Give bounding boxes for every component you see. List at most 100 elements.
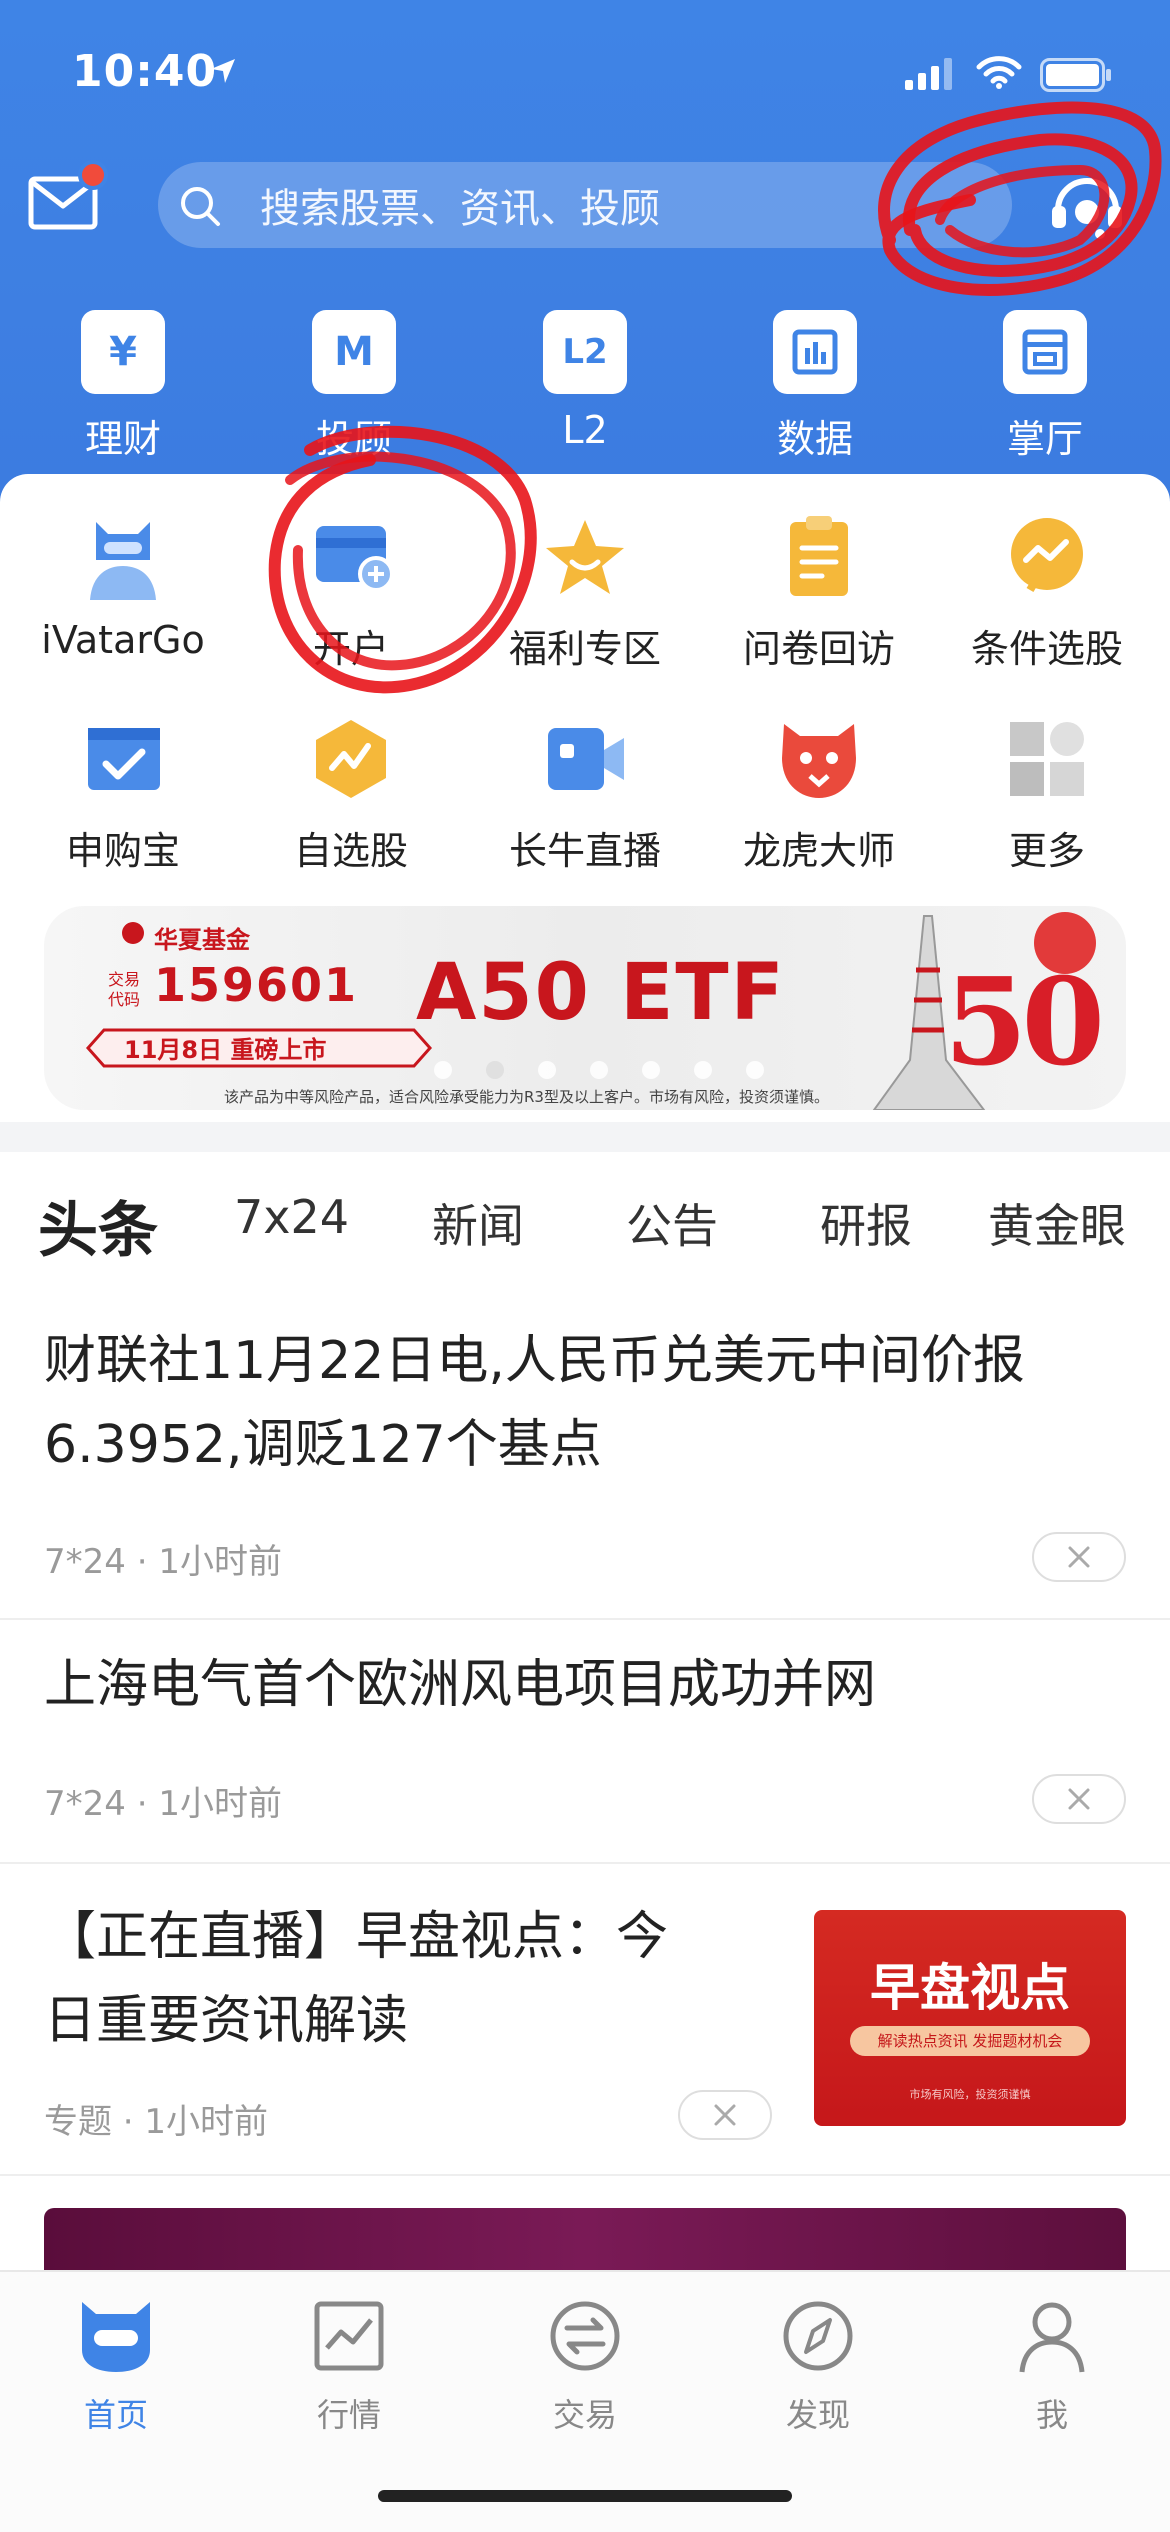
video-icon: [548, 728, 624, 790]
dismiss-button[interactable]: [1032, 1774, 1126, 1824]
thumbnail-subtitle: 解读热点资讯 发掘题材机会: [850, 2026, 1090, 2056]
feature-grid: iVatarGo 开户 福利专区 问卷回访 条件选股 申购宝 自选股 长牛直播 …: [0, 474, 1170, 894]
wifi-icon: [976, 56, 1022, 89]
hexagon-icon: [316, 720, 386, 798]
clipboard-icon: [790, 516, 848, 596]
close-icon: [1068, 1788, 1090, 1810]
quick-label: 数据: [776, 417, 853, 461]
thumbnail-title: 早盘视点: [870, 1959, 1070, 2017]
grid-item-shengou[interactable]: 申购宝: [6, 714, 240, 875]
search-placeholder: 搜索股票、资讯、投顾: [260, 186, 660, 232]
dismiss-button[interactable]: [1032, 1532, 1126, 1582]
user-icon: [1019, 2302, 1085, 2373]
location-arrow-icon: [211, 59, 235, 83]
tiger-icon: [782, 724, 856, 798]
grid-item-longhu[interactable]: 龙虎大师: [702, 714, 936, 875]
data-icon: [773, 310, 857, 394]
notification-badge: [78, 160, 108, 190]
banner-disclaimer: 该产品为中等风险产品，适合风险承受能力为R3型及以上客户。市场有风险，投资须谨慎…: [224, 1088, 829, 1106]
banner-date: 11月8日 重磅上市: [124, 1036, 327, 1064]
nav-item-market[interactable]: 行情: [279, 2298, 419, 2436]
red-annotation-circle: [268, 425, 537, 694]
banner-code-label: 交易代码: [108, 970, 141, 1009]
promo-banner[interactable]: 华夏基金 交易代码 159601 11月8日 重磅上市 A50 ETF 50 该…: [44, 906, 1126, 1110]
grid-item-zixuan[interactable]: 自选股: [234, 714, 468, 875]
nav-item-home[interactable]: 首页: [46, 2298, 186, 2436]
news-meta: 专题 · 1小时前: [44, 2102, 269, 2142]
grid-item-zhibo[interactable]: 长牛直播: [468, 714, 702, 875]
close-icon: [1068, 1546, 1090, 1568]
carousel-dot[interactable]: [538, 1061, 556, 1079]
advisor-icon: M: [312, 310, 396, 394]
banner-big-number: 50: [944, 952, 1105, 1093]
trade-exchange-icon: [550, 2301, 620, 2371]
carousel-dot[interactable]: [746, 1061, 764, 1079]
tab-golden-eye[interactable]: 黄金眼: [988, 1190, 1126, 1256]
carousel-dot[interactable]: [590, 1061, 608, 1079]
grid-label: 长牛直播: [508, 829, 661, 873]
carousel-dot[interactable]: [694, 1061, 712, 1079]
carousel-dot[interactable]: [642, 1061, 660, 1079]
l2-icon: L2: [543, 310, 627, 394]
quick-item-shuju[interactable]: 数据: [740, 310, 890, 463]
quick-label: 掌厅: [1006, 417, 1083, 461]
news-item[interactable]: 上海电气首个欧洲风电项目成功并网 7*24 · 1小时前: [0, 1620, 1170, 1864]
hall-icon: [1003, 310, 1087, 394]
nav-label: 行情: [316, 2396, 381, 2434]
nav-label: 交易: [552, 2396, 617, 2434]
tab-news[interactable]: 新闻: [432, 1190, 524, 1256]
red-annotation-scribble: [878, 101, 1162, 296]
carousel-dot-active[interactable]: [486, 1061, 504, 1079]
tab-research[interactable]: 研报: [820, 1190, 912, 1256]
dismiss-button[interactable]: [678, 2090, 772, 2140]
section-divider: [0, 1122, 1170, 1152]
news-thumbnail[interactable]: 早盘视点 解读热点资讯 发掘题材机会 市场有风险，投资须谨慎: [814, 1910, 1126, 2126]
quick-label: 理财: [84, 417, 161, 461]
banner-brand: 华夏基金: [154, 926, 250, 954]
news-meta: 7*24 · 1小时前: [44, 1784, 282, 1824]
tab-7x24[interactable]: 7x24: [234, 1190, 349, 1244]
check-box-icon: [88, 728, 160, 790]
banner-title: A50 ETF: [416, 948, 786, 1038]
market-chart-icon: [314, 2301, 384, 2371]
news-item[interactable]: 财联社11月22日电,人民币兑美元中间价报 6.3952,调贬127个基点 7*…: [0, 1292, 1170, 1620]
chart-bubble-icon: [1011, 518, 1083, 593]
news-title-line: 上海电气首个欧洲风电项目成功并网: [44, 1655, 877, 1715]
etf-stamp-icon: [1034, 912, 1096, 974]
nav-item-trade[interactable]: 交易: [515, 2298, 655, 2436]
signal-icon: [905, 58, 952, 90]
news-title-line: 日重要资讯解读: [44, 1991, 409, 2051]
nav-item-me[interactable]: 我: [982, 2298, 1122, 2436]
news-title-line: 财联社11月22日电,人民币兑美元中间价报: [44, 1331, 1025, 1391]
robot-icon: [90, 522, 156, 600]
grid-label: iVatarGo: [41, 618, 205, 662]
home-indicator: [378, 2490, 792, 2502]
star-icon: [546, 520, 624, 594]
compass-icon: [783, 2301, 853, 2371]
grid-label: 问卷回访: [742, 627, 895, 671]
header: 10:40 搜索股票、资讯、投顾 ¥ 理财 M 投顾 L2 L2 数据 掌厅: [0, 0, 1170, 520]
grid-item-tiaojian[interactable]: 条件选股: [930, 512, 1164, 673]
grid-item-more[interactable]: 更多: [930, 714, 1164, 875]
banner-code: 159601: [154, 958, 359, 1012]
more-grid-icon: [1010, 722, 1084, 796]
news-tabs: 头条 7x24 新闻 公告 研报 黄金眼: [0, 1152, 1170, 1292]
grid-label: 条件选股: [970, 627, 1123, 671]
tab-announcement[interactable]: 公告: [626, 1190, 718, 1256]
news-title-line: 【正在直播】早盘视点：今: [44, 1907, 669, 1967]
yen-icon: ¥: [81, 310, 165, 394]
nav-item-discover[interactable]: 发现: [748, 2298, 888, 2436]
close-icon: [714, 2104, 736, 2126]
grid-label: 更多: [1008, 829, 1085, 873]
tab-toutiao[interactable]: 头条: [38, 1182, 158, 1269]
grid-label: 自选股: [293, 829, 408, 873]
carousel-dot[interactable]: [434, 1061, 452, 1079]
grid-item-wenjuan[interactable]: 问卷回访: [702, 512, 936, 673]
battery-icon: [1040, 58, 1111, 92]
news-meta: 7*24 · 1小时前: [44, 1542, 282, 1582]
quick-item-licai[interactable]: ¥ 理财: [48, 310, 198, 463]
quick-item-zhangting[interactable]: 掌厅: [970, 310, 1120, 463]
grid-item-ivatargo[interactable]: iVatarGo: [6, 512, 240, 662]
grid-label: 申购宝: [65, 829, 180, 873]
grid-label: 龙虎大师: [742, 829, 895, 873]
